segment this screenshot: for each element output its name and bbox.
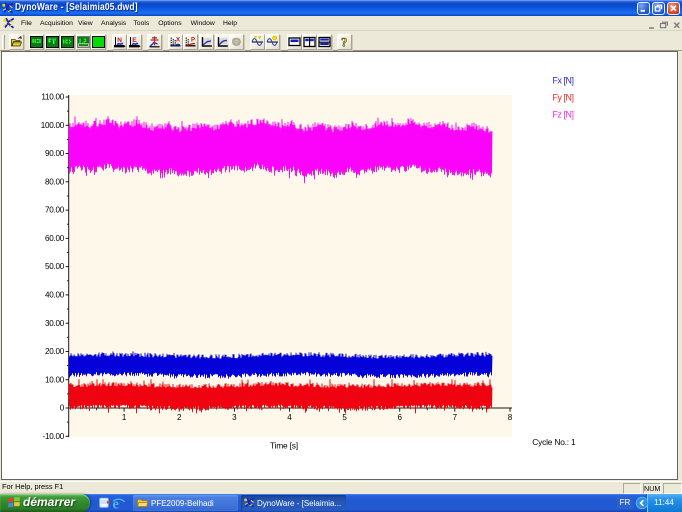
- svg-text:7: 7: [453, 413, 458, 422]
- svg-text:60.00: 60.00: [45, 234, 65, 243]
- svg-text:X: X: [176, 38, 180, 44]
- svg-text:8: 8: [508, 413, 513, 422]
- svg-text:Fz [N]: Fz [N]: [553, 109, 574, 119]
- svg-text:-10.00: -10.00: [43, 432, 65, 441]
- svg-text:Cycle No.: 1: Cycle No.: 1: [532, 437, 576, 447]
- svg-text:E: E: [132, 37, 137, 44]
- svg-text:70.00: 70.00: [45, 206, 65, 215]
- svg-text:50.00: 50.00: [45, 262, 65, 271]
- svg-text:Time [s]: Time [s]: [270, 441, 298, 451]
- svg-text:90.00: 90.00: [45, 149, 65, 158]
- svg-text:5: 5: [342, 413, 347, 422]
- svg-text:10.00: 10.00: [45, 375, 65, 384]
- svg-text:2: 2: [177, 413, 182, 422]
- svg-text:0: 0: [60, 404, 65, 413]
- svg-text:3: 3: [232, 413, 237, 422]
- svg-text:Fx [N]: Fx [N]: [553, 75, 574, 85]
- svg-text:6: 6: [397, 413, 402, 422]
- svg-text:N: N: [117, 37, 122, 44]
- svg-text:4: 4: [287, 413, 292, 422]
- svg-text:80.00: 80.00: [45, 177, 65, 186]
- svg-text:110.00: 110.00: [41, 93, 64, 102]
- svg-text:100.00: 100.00: [41, 121, 65, 130]
- svg-text:Fy [N]: Fy [N]: [553, 92, 574, 102]
- svg-text:30.00: 30.00: [45, 319, 65, 328]
- svg-text:?: ?: [341, 35, 348, 49]
- svg-text:P: P: [191, 38, 195, 44]
- svg-text:40.00: 40.00: [45, 291, 65, 300]
- svg-text:20.00: 20.00: [45, 347, 65, 356]
- svg-text:1: 1: [122, 413, 127, 422]
